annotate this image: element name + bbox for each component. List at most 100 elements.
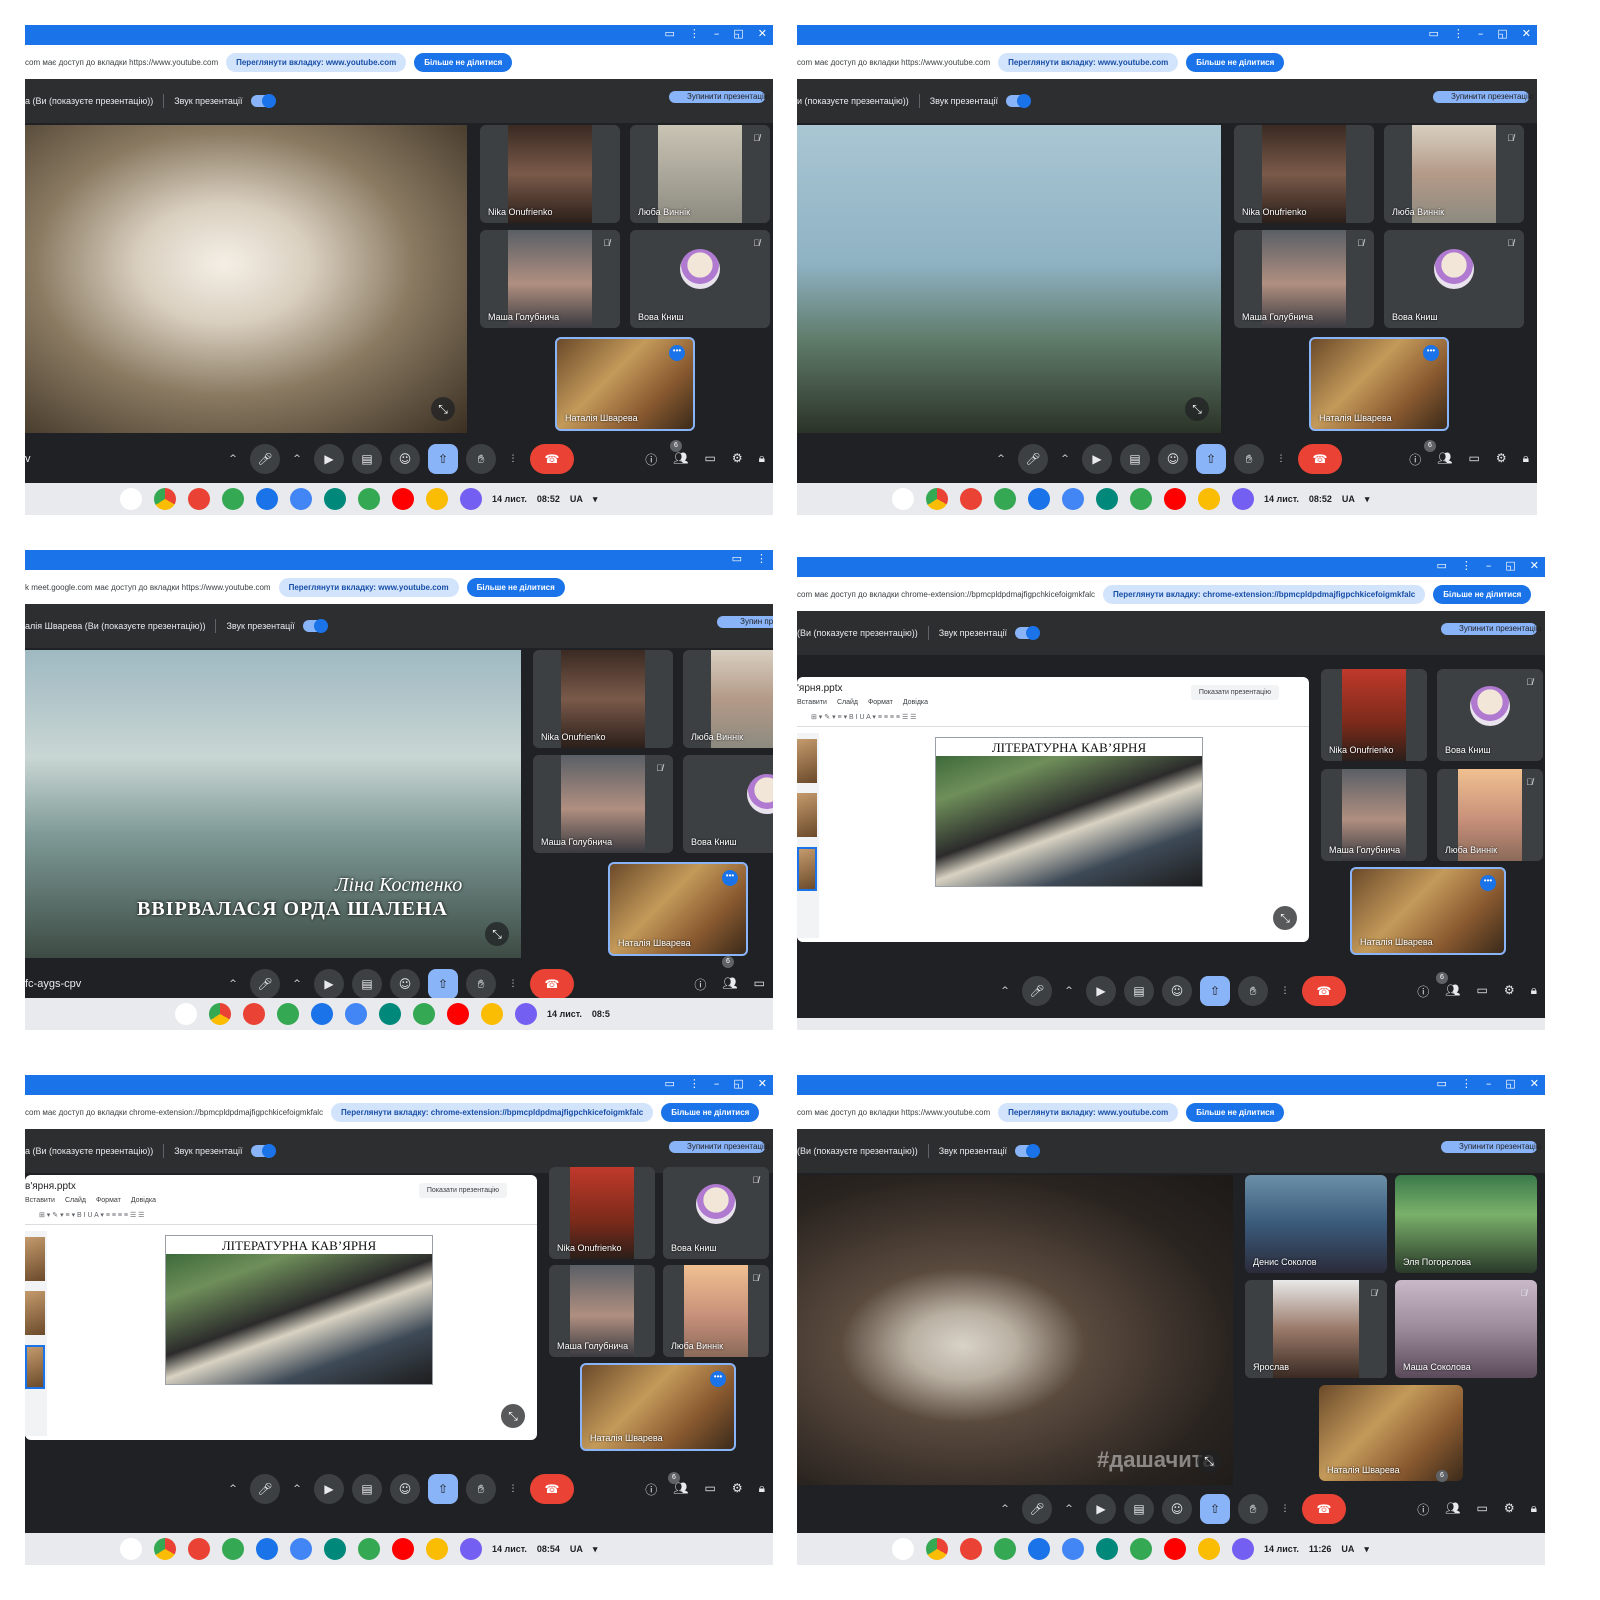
menu-format[interactable]: Формат — [868, 699, 893, 706]
people-icon[interactable]: 👥︎ — [1437, 451, 1452, 468]
raise-hand-icon[interactable]: ✋︎ — [466, 1474, 496, 1504]
end-call-icon[interactable]: ☎ — [1298, 444, 1342, 474]
self-view-tile[interactable]: ••• Наталія Шварева — [608, 862, 748, 956]
minimize-icon[interactable]: – — [1478, 27, 1484, 40]
chrome-icon[interactable] — [209, 1003, 231, 1025]
participant-tile[interactable]: Маша Голубнича — [549, 1265, 655, 1357]
more-vert-icon[interactable]: ⋮ — [1453, 27, 1464, 40]
present-icon[interactable]: ⇧ — [1196, 444, 1226, 474]
slide-thumbnail[interactable] — [797, 847, 817, 891]
lock-icon[interactable]: 🔒︎ — [1523, 451, 1529, 468]
emoji-icon[interactable]: ☺ — [390, 1474, 420, 1504]
date-label[interactable]: 14 лист. — [492, 494, 527, 504]
cast-icon[interactable]: ▭ — [664, 27, 674, 40]
participant-tile[interactable]: Эля Погорєлова — [1395, 1175, 1537, 1273]
chrome-icon[interactable] — [154, 1538, 176, 1560]
close-icon[interactable]: ✕ — [758, 1077, 767, 1090]
raise-hand-icon[interactable]: ✋︎ — [1234, 444, 1264, 474]
stop-sharing-button[interactable]: Більше не ділитися — [466, 577, 565, 597]
mic-icon[interactable]: 🎤︎ — [250, 969, 280, 999]
self-view-tile[interactable]: ••• Наталія Шварева — [580, 1363, 736, 1451]
photos-icon[interactable] — [426, 488, 448, 510]
activities-icon[interactable]: ⚙ — [1496, 451, 1507, 468]
more-options-icon[interactable]: ••• — [1423, 345, 1439, 361]
more-icon[interactable]: ⋮ — [504, 444, 522, 474]
chevron-up-icon[interactable]: ^ — [288, 444, 306, 474]
participant-tile[interactable]: 🎙̸ Маша Соколова — [1395, 1280, 1537, 1378]
chrome-icon[interactable] — [154, 488, 176, 510]
present-icon[interactable]: ⇧ — [428, 1474, 458, 1504]
people-icon[interactable]: 👥︎ — [673, 451, 688, 468]
sound-toggle[interactable] — [250, 1144, 276, 1158]
restore-icon[interactable]: ◱ — [733, 27, 743, 40]
captions-icon[interactable]: ▤ — [352, 1474, 382, 1504]
close-icon[interactable]: ✕ — [1530, 1077, 1539, 1090]
end-call-icon[interactable]: ☎ — [1302, 976, 1346, 1006]
start-slideshow-button[interactable]: Показати презентацію — [1190, 685, 1279, 700]
slide-thumbnail[interactable] — [25, 1291, 45, 1335]
participant-tile[interactable]: 🎙̸ Вова Книш — [663, 1167, 769, 1259]
photos-icon[interactable] — [1198, 1538, 1220, 1560]
chevron-up-icon[interactable]: ^ — [1056, 444, 1074, 474]
stop-presentation-button[interactable]: Зупинити презентацію — [1441, 1141, 1542, 1153]
launcher-icon[interactable] — [175, 1003, 197, 1025]
raise-hand-icon[interactable]: ✋︎ — [1238, 976, 1268, 1006]
slide-thumbnail[interactable] — [797, 739, 817, 783]
restore-icon[interactable]: ◱ — [1497, 27, 1507, 40]
more-options-icon[interactable]: ••• — [1480, 875, 1496, 891]
play-store-icon[interactable] — [1130, 488, 1152, 510]
current-slide[interactable]: ЛІТЕРАТУРНА КАВ’ЯРНЯ — [935, 737, 1203, 887]
captions-icon[interactable]: ▤ — [352, 444, 382, 474]
camera-icon[interactable]: ▶ — [1086, 1494, 1116, 1524]
more-options-icon[interactable]: ••• — [669, 345, 685, 361]
info-icon[interactable]: ⓘ — [694, 976, 706, 993]
messages-icon[interactable] — [1062, 488, 1084, 510]
emoji-icon[interactable]: ☺ — [390, 969, 420, 999]
participant-tile[interactable]: 🎙̸ Люба Виннік — [630, 125, 770, 223]
info-icon[interactable]: ⓘ — [1409, 451, 1421, 468]
cast-icon[interactable]: ▭ — [1436, 559, 1446, 572]
participant-tile[interactable]: 🎙̸ Маша Голубнича — [480, 230, 620, 328]
files-icon[interactable] — [1028, 1538, 1050, 1560]
present-icon[interactable]: ⇧ — [1200, 1494, 1230, 1524]
time-label[interactable]: 11:26 — [1309, 1544, 1332, 1554]
activities-icon[interactable]: ⚙ — [1504, 983, 1515, 1000]
youtube-icon[interactable] — [392, 1538, 414, 1560]
activities-icon[interactable]: ⚙ — [732, 1481, 743, 1498]
chevron-up-icon[interactable]: ^ — [224, 1474, 242, 1504]
more-vert-icon[interactable]: ⋮ — [1461, 559, 1472, 572]
more-icon[interactable]: ⋮ — [1276, 976, 1294, 1006]
view-tab-button[interactable]: Переглянути вкладку: www.youtube.com — [278, 577, 459, 597]
camera-icon[interactable]: ▶ — [314, 444, 344, 474]
menu-help[interactable]: Довідка — [131, 1197, 156, 1204]
files-icon[interactable] — [256, 1538, 278, 1560]
photos-icon[interactable] — [481, 1003, 503, 1025]
close-icon[interactable]: ✕ — [1530, 559, 1539, 572]
more-options-icon[interactable]: ••• — [710, 1371, 726, 1387]
date-label[interactable]: 14 лист. — [547, 1009, 582, 1019]
raise-hand-icon[interactable]: ✋︎ — [1238, 1494, 1268, 1524]
lock-icon[interactable]: 🔒︎ — [759, 1481, 765, 1498]
view-tab-button[interactable]: Переглянути вкладку: www.youtube.com — [226, 52, 407, 72]
participant-tile[interactable]: Люба Виннік — [683, 650, 773, 748]
menu-slide[interactable]: Слайд — [837, 699, 858, 706]
menu-format[interactable]: Формат — [96, 1197, 121, 1204]
captions-icon[interactable]: ▤ — [352, 969, 382, 999]
sound-toggle[interactable] — [302, 619, 328, 633]
meet-icon[interactable] — [1096, 1538, 1118, 1560]
captions-icon[interactable]: ▤ — [1124, 1494, 1154, 1524]
present-icon[interactable]: ⇧ — [428, 969, 458, 999]
participant-tile[interactable]: Nika Onufrienko — [549, 1167, 655, 1259]
view-tab-button[interactable]: Переглянути вкладку: www.youtube.com — [998, 1102, 1179, 1122]
play-store-icon[interactable] — [1130, 1538, 1152, 1560]
stop-sharing-button[interactable]: Більше не ділитися — [1433, 584, 1532, 604]
chat-icon[interactable]: ▭ — [1477, 983, 1488, 1000]
files-icon[interactable] — [256, 488, 278, 510]
viber-icon[interactable] — [460, 488, 482, 510]
gmail-icon[interactable] — [960, 1538, 982, 1560]
end-call-icon[interactable]: ☎ — [530, 1474, 574, 1504]
files-icon[interactable] — [311, 1003, 333, 1025]
chevron-up-icon[interactable]: ^ — [996, 1494, 1014, 1524]
play-store-icon[interactable] — [358, 488, 380, 510]
gmail-icon[interactable] — [188, 488, 210, 510]
